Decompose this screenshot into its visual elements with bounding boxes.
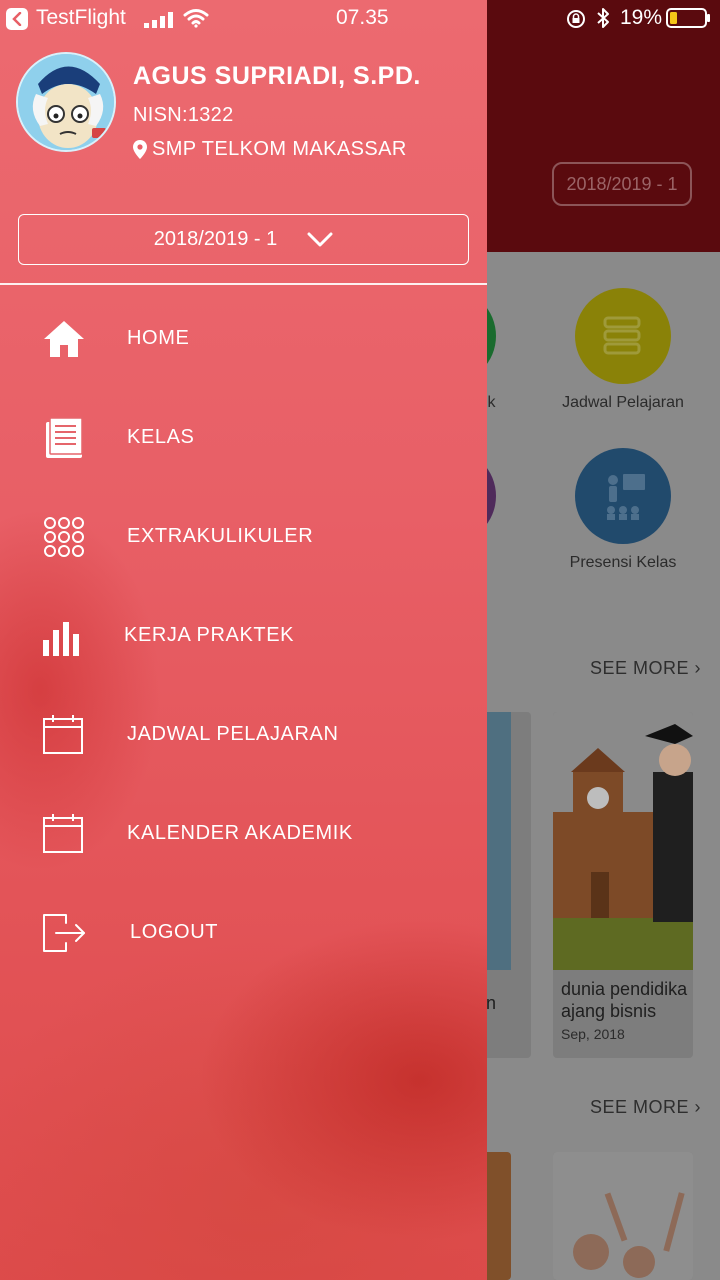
logout-icon: [42, 911, 86, 955]
calendar-icon: [42, 713, 86, 757]
news-card[interactable]: [553, 1152, 693, 1280]
menu-label: KELAS: [127, 426, 195, 448]
menu-label: JADWAL PELAJARAN: [127, 723, 339, 745]
calendar-icon: [42, 812, 86, 856]
battery-icon: [666, 8, 712, 34]
book-stack-icon: [603, 316, 641, 355]
classroom-icon: [607, 474, 645, 520]
drawer-divider: [0, 283, 487, 285]
menu-item-home[interactable]: HOME: [0, 303, 487, 373]
back-app-label[interactable]: TestFlight: [36, 6, 126, 30]
profile-school: SMP TELKOM MAKASSAR: [133, 138, 407, 161]
academic-year-value: 2018/2019 - 1: [153, 228, 278, 250]
home-icon: [42, 317, 86, 361]
bar-chart-icon: [42, 614, 86, 658]
chevron-down-icon: [307, 232, 333, 248]
battery-percent: 19%: [620, 6, 663, 29]
menu-item-jadwal-pelajaran[interactable]: JADWAL PELAJARAN: [0, 699, 487, 769]
back-to-app-button[interactable]: [6, 8, 28, 30]
profile-name: AGUS SUPRIADI, S.PD.: [133, 62, 421, 90]
see-more-label: SEE MORE: [590, 658, 690, 678]
news-card-date: Sep, 2018: [561, 1026, 625, 1042]
news-card-image: [553, 712, 693, 970]
chevron-right-icon: ›: [694, 1097, 702, 1117]
academic-year-select[interactable]: 2018/2019 - 1: [18, 214, 469, 265]
grid-dots-icon: [42, 515, 86, 559]
menu-label: LOGOUT: [130, 921, 219, 943]
presensi-kelas-feature-icon[interactable]: [575, 448, 671, 544]
menu-label: KERJA PRAKTEK: [124, 624, 295, 646]
cartoon-avatar-image: [18, 54, 114, 150]
see-more-link[interactable]: SEE MORE ›: [590, 1097, 701, 1118]
see-more-label: SEE MORE: [590, 1097, 690, 1117]
wifi-icon: [183, 8, 209, 34]
chevron-right-icon: ›: [694, 658, 702, 678]
jadwal-pelajaran-feature-icon[interactable]: [575, 288, 671, 384]
news-card-title: dunia pendidika ajang bisnis: [561, 979, 688, 1021]
background-year-badge[interactable]: 2018/2019 - 1: [552, 162, 692, 206]
bluetooth-icon: [596, 7, 610, 35]
menu-item-kalender-akademik[interactable]: KALENDER AKADEMIK: [0, 798, 487, 868]
navigation-drawer: AGUS SUPRIADI, S.PD. NISN:1322 SMP TELKO…: [0, 0, 487, 1280]
profile-school-label: SMP TELKOM MAKASSAR: [152, 138, 407, 160]
menu-label: KALENDER AKADEMIK: [127, 822, 353, 844]
avatar[interactable]: [16, 52, 116, 152]
menu-label: HOME: [127, 327, 190, 349]
see-more-link[interactable]: SEE MORE ›: [590, 658, 701, 679]
news-card-image: [553, 1152, 693, 1280]
location-pin-icon: [133, 140, 147, 159]
menu-item-kerja-praktek[interactable]: KERJA PRAKTEK: [0, 600, 487, 670]
menu-item-logout[interactable]: LOGOUT: [0, 897, 487, 967]
news-card-title: n: [486, 993, 497, 1013]
menu-item-kelas[interactable]: KELAS: [0, 402, 487, 472]
presensi-kelas-label: Presensi Kelas: [569, 554, 677, 571]
jadwal-pelajaran-label: Jadwal Pelajaran: [562, 394, 684, 411]
profile-nisn: NISN:1322: [133, 104, 234, 126]
rotation-lock-icon: [566, 9, 586, 35]
document-icon: [42, 416, 86, 460]
menu-label: EXTRAKULIKULER: [127, 525, 314, 547]
signal-icon: [144, 10, 174, 34]
status-time: 07.35: [336, 6, 389, 29]
news-card[interactable]: dunia pendidika ajang bisnis Sep, 2018: [553, 712, 693, 1058]
menu-item-extrakulikuler[interactable]: EXTRAKULIKULER: [0, 501, 487, 571]
status-bar: TestFlight 07.35 19%: [0, 0, 720, 38]
back-chevron-icon: [12, 12, 22, 26]
